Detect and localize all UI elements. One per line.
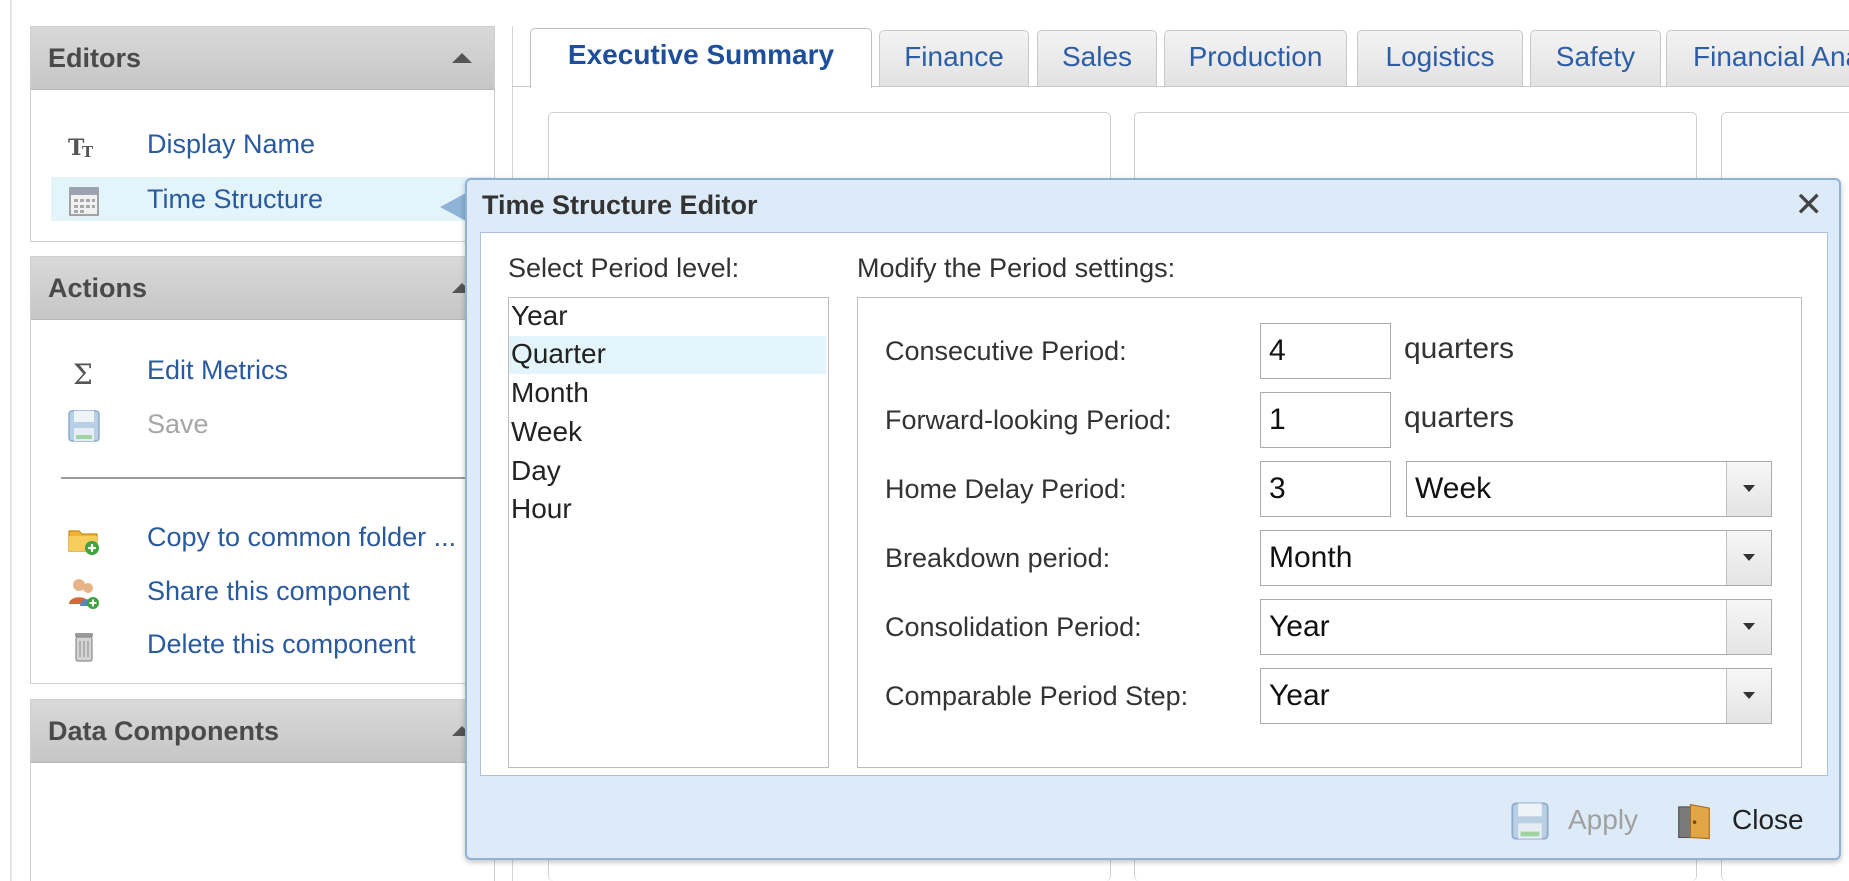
- actions-divider: [61, 477, 496, 479]
- action-label: Edit Metrics: [147, 355, 289, 385]
- dropdown-arrow-icon[interactable]: [1726, 600, 1771, 654]
- door-exit-icon: [1678, 803, 1710, 840]
- home-delay-unit-select[interactable]: Week: [1406, 461, 1772, 517]
- apply-label: Apply: [1568, 804, 1639, 835]
- editor-item-display-name[interactable]: T T Display Name: [51, 122, 491, 166]
- actions-panel-header[interactable]: Actions: [31, 257, 494, 320]
- actions-panel-title: Actions: [48, 273, 148, 303]
- dialog-title: Time Structure Editor: [482, 190, 758, 220]
- close-icon[interactable]: ✕: [1795, 188, 1824, 222]
- dropdown-arrow-icon[interactable]: [1726, 462, 1771, 516]
- tab-logistics[interactable]: Logistics: [1357, 30, 1523, 86]
- close-label: Close: [1732, 804, 1804, 835]
- period-level-year[interactable]: Year: [509, 298, 826, 336]
- editors-panel-header[interactable]: Editors: [31, 27, 494, 90]
- dialog-body: Select Period level: Modify the Period s…: [480, 232, 1828, 776]
- breakdown-period-label: Breakdown period:: [885, 543, 1111, 573]
- dropdown-arrow-icon[interactable]: [1726, 531, 1771, 585]
- tab-financial-analysis[interactable]: Financial Ana: [1666, 30, 1849, 86]
- period-level-list[interactable]: Year Quarter Month Week Day Hour: [508, 297, 829, 768]
- collapse-arrow-icon[interactable]: [452, 53, 472, 63]
- period-level-week[interactable]: Week: [509, 414, 826, 452]
- data-components-panel: Data Components: [30, 699, 495, 881]
- editor-item-time-structure[interactable]: Time Structure: [51, 177, 491, 221]
- editors-panel-title: Editors: [48, 43, 142, 73]
- modify-settings-label: Modify the Period settings:: [857, 253, 1176, 283]
- tab-label: Executive Summary: [567, 39, 835, 70]
- data-components-panel-header[interactable]: Data Components: [31, 700, 494, 763]
- tab-label: Logistics: [1385, 41, 1495, 72]
- forward-period-unit: quarters: [1404, 401, 1515, 434]
- period-level-month[interactable]: Month: [509, 375, 826, 413]
- period-level-day[interactable]: Day: [509, 453, 826, 491]
- period-settings-box: Consecutive Period: 4 quarters Forward-l…: [857, 297, 1802, 768]
- editor-item-label: Display Name: [147, 129, 316, 159]
- tab-sales[interactable]: Sales: [1037, 30, 1157, 86]
- svg-text:T: T: [82, 143, 94, 161]
- action-save[interactable]: Save: [51, 402, 491, 446]
- action-edit-metrics[interactable]: Σ Edit Metrics: [51, 348, 491, 392]
- select-value: Year: [1269, 610, 1330, 643]
- select-value: Year: [1269, 679, 1330, 712]
- page-left-border: [10, 0, 12, 881]
- consecutive-period-label: Consecutive Period:: [885, 336, 1127, 366]
- calendar-icon: [69, 187, 99, 216]
- editor-item-label: Time Structure: [147, 184, 324, 214]
- tab-label: Financial Ana: [1693, 41, 1849, 72]
- tab-label: Safety: [1555, 41, 1636, 72]
- data-components-panel-title: Data Components: [48, 716, 280, 746]
- select-period-label: Select Period level:: [508, 253, 740, 283]
- action-copy-to-common-folder[interactable]: Copy to common folder ...: [51, 515, 491, 559]
- tab-finance[interactable]: Finance: [879, 30, 1029, 86]
- floppy-disk-icon: [68, 410, 100, 442]
- trash-icon: [75, 633, 93, 662]
- close-button[interactable]: Close: [1674, 796, 1814, 846]
- sigma-icon: Σ: [73, 358, 93, 389]
- consecutive-period-input[interactable]: 4: [1260, 323, 1391, 379]
- tab-label: Sales: [1061, 41, 1133, 72]
- period-level-hour[interactable]: Hour: [509, 491, 826, 529]
- apply-button[interactable]: Apply: [1510, 796, 1650, 846]
- action-label: Share this component: [147, 576, 410, 606]
- breakdown-period-select[interactable]: Month: [1260, 530, 1772, 586]
- tab-safety[interactable]: Safety: [1530, 30, 1661, 86]
- forward-period-input[interactable]: 1: [1260, 392, 1391, 448]
- action-label: Delete this component: [147, 629, 416, 659]
- tab-executive-summary[interactable]: Executive Summary: [530, 28, 872, 88]
- time-structure-editor-dialog: Time Structure Editor ✕ Select Period le…: [465, 178, 1841, 860]
- users-add-icon: [69, 579, 99, 609]
- select-value: Week: [1415, 472, 1492, 505]
- svg-text:Σ: Σ: [73, 358, 93, 389]
- tab-label: Production: [1188, 41, 1323, 72]
- dropdown-arrow-icon[interactable]: [1726, 669, 1771, 723]
- text-size-icon: T T: [68, 135, 94, 161]
- actions-panel: Actions Σ Edit Metrics Save Copy to comm…: [30, 256, 496, 684]
- tab-label: Finance: [904, 41, 1004, 72]
- dialog-pointer: [440, 193, 466, 221]
- select-value: Month: [1269, 541, 1353, 574]
- consecutive-period-unit: quarters: [1404, 332, 1515, 365]
- home-delay-period-label: Home Delay Period:: [885, 474, 1127, 504]
- tab-production[interactable]: Production: [1164, 30, 1347, 86]
- editors-panel: Editors T T Display Name Time Structure: [30, 26, 495, 242]
- home-delay-period-input[interactable]: 3: [1260, 461, 1391, 517]
- action-label: Copy to common folder ...: [147, 522, 457, 552]
- action-delete-component[interactable]: Delete this component: [51, 622, 491, 666]
- action-share-component[interactable]: Share this component: [51, 569, 491, 613]
- period-level-quarter[interactable]: Quarter: [509, 336, 826, 374]
- forward-period-label: Forward-looking Period:: [885, 405, 1172, 435]
- consolidation-period-select[interactable]: Year: [1260, 599, 1772, 655]
- consolidation-period-label: Consolidation Period:: [885, 612, 1142, 642]
- folder-add-icon: [68, 530, 99, 555]
- comparable-period-step-label: Comparable Period Step:: [885, 681, 1189, 711]
- action-label: Save: [147, 409, 209, 439]
- comparable-period-step-select[interactable]: Year: [1260, 668, 1772, 724]
- floppy-disk-icon: [1511, 802, 1549, 840]
